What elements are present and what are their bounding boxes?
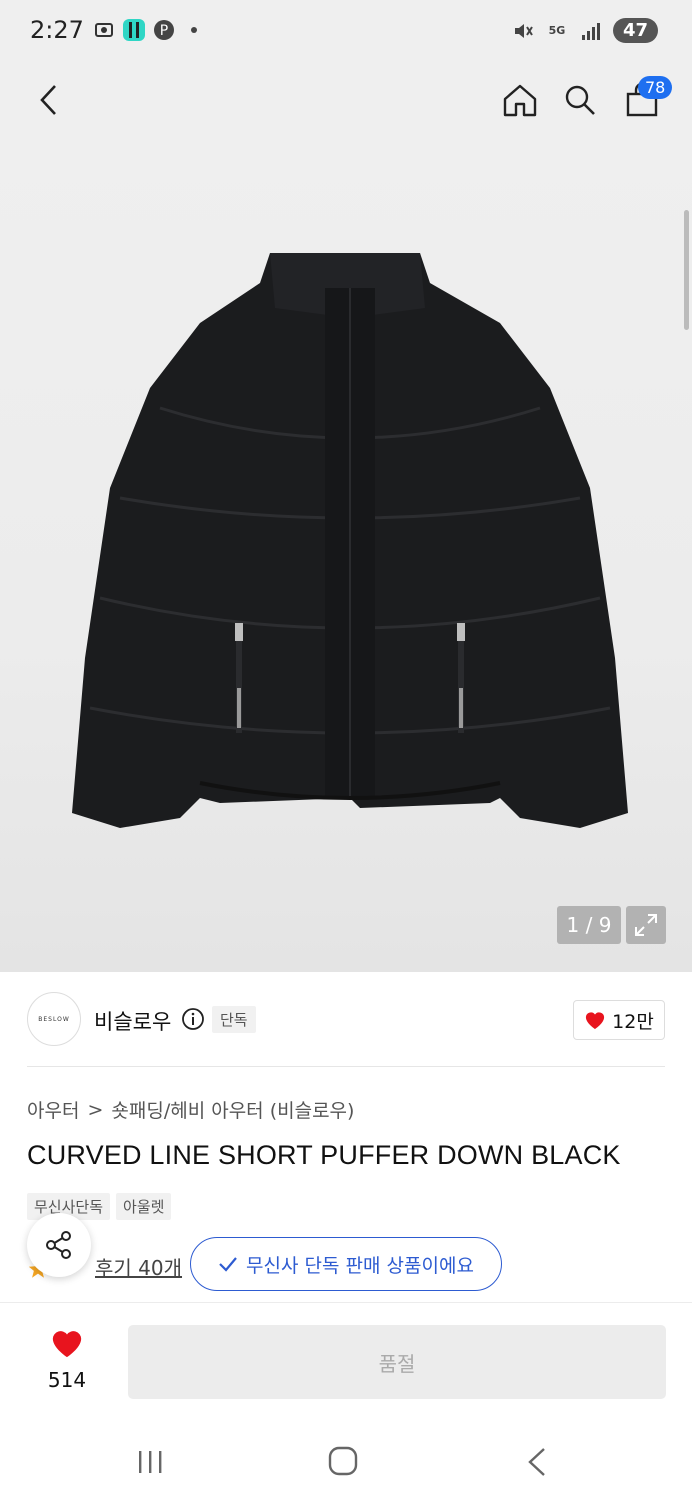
back-button[interactable]	[30, 80, 66, 120]
product-image-gallery[interactable]	[0, 138, 692, 972]
breadcrumb-separator: >	[87, 1098, 104, 1121]
network-icon: 5G	[548, 24, 566, 37]
breadcrumb-category[interactable]: 아우터	[27, 1096, 79, 1123]
heart-icon	[586, 1012, 605, 1030]
search-button[interactable]	[560, 78, 600, 122]
screenshot-icon	[92, 18, 116, 42]
exclusive-sale-text: 무신사 단독 판매 상품이에요	[246, 1254, 474, 1277]
app-icon	[122, 18, 146, 42]
mute-icon	[511, 19, 535, 43]
brand-like-button[interactable]: 12만	[573, 1000, 665, 1040]
expand-image-button[interactable]	[626, 906, 666, 944]
check-icon	[219, 1257, 237, 1272]
page-scrollbar[interactable]	[684, 210, 689, 330]
product-tag: 아울렛	[116, 1193, 172, 1220]
signal-icon	[579, 19, 603, 43]
share-icon	[46, 1231, 71, 1259]
system-nav-bar	[0, 1424, 692, 1500]
image-counter: 1 / 9	[557, 906, 621, 944]
product-photo-jacket	[72, 253, 628, 828]
brand-exclusive-tag: 단독	[212, 1006, 256, 1033]
dot-icon	[182, 18, 206, 42]
divider	[27, 1066, 665, 1067]
status-bar: 2:27 P 5G 47	[0, 0, 692, 66]
home-button[interactable]	[500, 78, 540, 122]
wishlist-count: 514	[47, 1368, 87, 1392]
breadcrumb: 아우터 > 숏패딩/헤비 아우터 (비슬로우)	[27, 1096, 354, 1123]
breadcrumb-subcategory[interactable]: 숏패딩/헤비 아우터 (비슬로우)	[111, 1096, 354, 1123]
svg-text:P: P	[160, 23, 168, 39]
brand-name[interactable]: 비슬로우	[94, 1006, 171, 1036]
status-right-icons: 5G 47	[511, 18, 658, 43]
exclusive-sale-pill[interactable]: 무신사 단독 판매 상품이에요	[190, 1237, 502, 1291]
search-icon	[565, 85, 595, 115]
wishlist-heart-icon[interactable]	[50, 1327, 84, 1359]
home-icon	[503, 84, 537, 117]
review-link[interactable]: 후기 40개	[95, 1252, 182, 1281]
status-left-icons: P	[92, 18, 206, 42]
info-icon[interactable]	[181, 1007, 205, 1031]
status-time: 2:27	[30, 16, 84, 44]
product-title: CURVED LINE SHORT PUFFER DOWN BLACK	[27, 1140, 621, 1170]
cart-count-badge: 78	[638, 76, 673, 99]
back-nav-icon[interactable]	[522, 1446, 552, 1478]
home-nav-icon[interactable]	[326, 1444, 360, 1478]
brand-logo-text: BESLOW	[38, 1015, 70, 1023]
pinterest-icon: P	[152, 18, 176, 42]
expand-icon	[635, 914, 657, 936]
battery-indicator: 47	[612, 18, 658, 43]
brand-logo[interactable]: BESLOW	[27, 992, 81, 1046]
soldout-button[interactable]: 품절	[128, 1325, 666, 1399]
share-button[interactable]	[27, 1213, 91, 1277]
app-header	[0, 66, 692, 138]
brand-like-count: 12만	[612, 1010, 654, 1033]
recent-apps-icon[interactable]	[134, 1448, 166, 1476]
brand-row: BESLOW 비슬로우 단독 12만	[27, 992, 667, 1048]
back-icon	[40, 85, 56, 115]
